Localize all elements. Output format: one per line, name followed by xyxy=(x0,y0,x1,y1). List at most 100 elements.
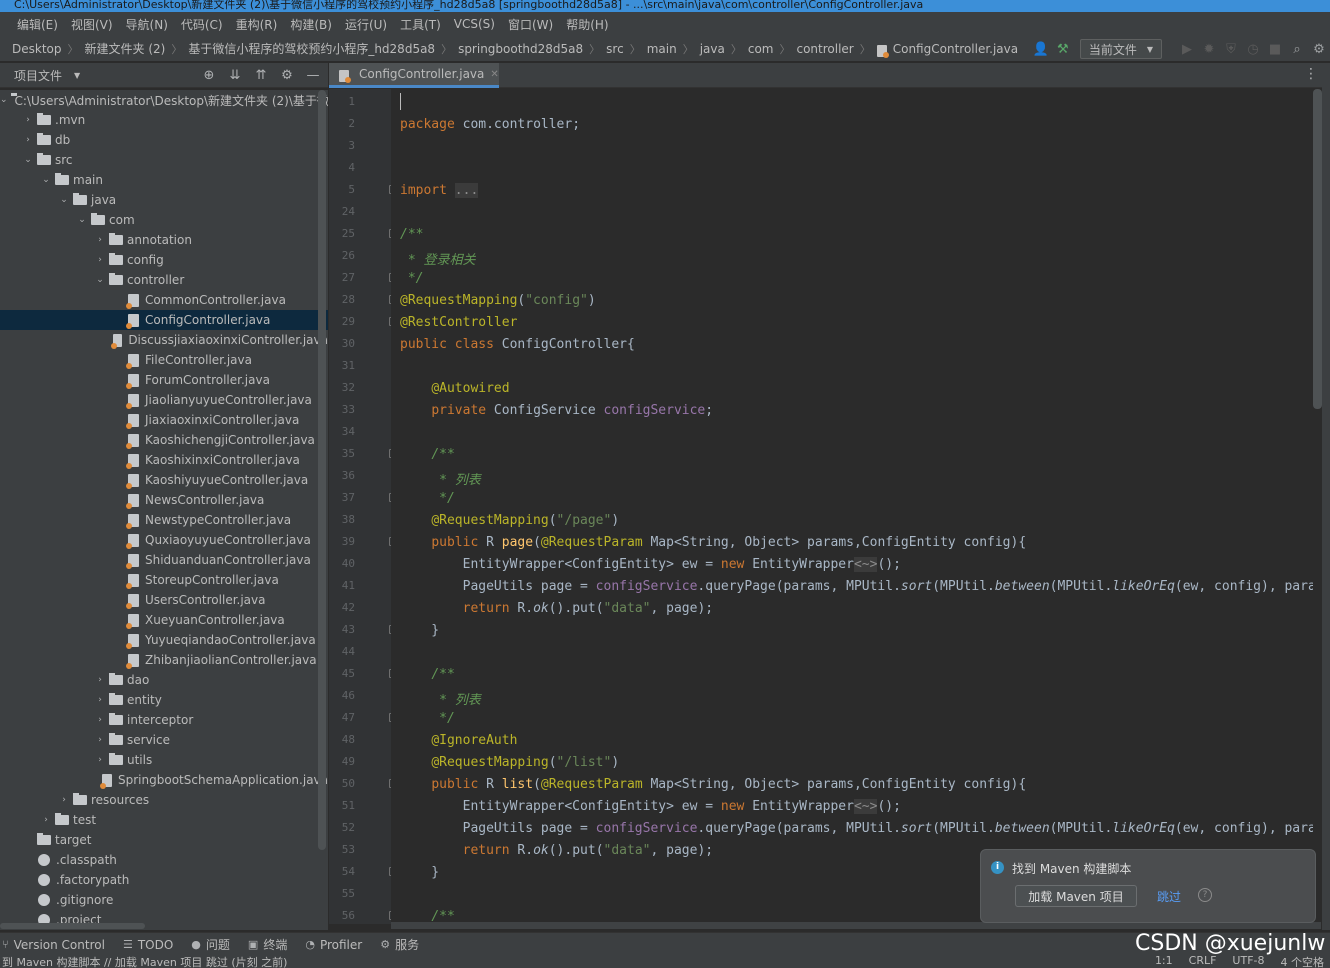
gear-icon[interactable]: ⚙ xyxy=(274,68,300,83)
chevron-right-icon[interactable]: › xyxy=(94,755,106,765)
tree-item[interactable]: .classpath xyxy=(0,850,328,870)
tree-item[interactable]: ⌄ main xyxy=(0,170,328,190)
chevron-right-icon[interactable]: › xyxy=(22,135,34,145)
tool-window-button[interactable]: ☰ TODO xyxy=(123,938,173,952)
tree-item[interactable]: UsersController.java xyxy=(0,590,328,610)
breadcrumb-item[interactable]: controller xyxy=(796,42,853,56)
breadcrumb-item[interactable]: 新建文件夹 (2) xyxy=(85,40,166,57)
debug-icon[interactable]: ✹ xyxy=(1198,42,1220,57)
chevron-right-icon[interactable]: › xyxy=(94,695,106,705)
tool-window-button[interactable]: ⑂ Version Control xyxy=(2,938,105,952)
locate-icon[interactable]: ⊕ xyxy=(196,68,222,83)
build-hammer-icon[interactable]: ⚒ xyxy=(1052,42,1074,57)
tree-item[interactable]: › interceptor xyxy=(0,710,328,730)
coverage-icon[interactable]: ⛨ xyxy=(1220,42,1242,57)
breadcrumb-item[interactable]: src xyxy=(606,42,624,56)
chevron-down-icon[interactable]: ⌄ xyxy=(76,215,88,225)
chevron-right-icon[interactable]: › xyxy=(94,235,106,245)
tree-item[interactable]: target xyxy=(0,830,328,850)
chevron-right-icon[interactable]: › xyxy=(58,795,70,805)
tree-item[interactable]: JiaolianyuyueController.java xyxy=(0,390,328,410)
menu-item[interactable]: VCS(S) xyxy=(454,17,495,31)
tree-item[interactable]: .factorypath xyxy=(0,870,328,890)
tree-item[interactable]: ⌄ com xyxy=(0,210,328,230)
project-tree-scrollbar[interactable] xyxy=(318,90,326,850)
tree-item[interactable]: JiaxiaoxinxiController.java xyxy=(0,410,328,430)
menu-item[interactable]: 视图(V) xyxy=(71,16,113,33)
menu-item[interactable]: 代码(C) xyxy=(181,16,223,33)
breadcrumb-item[interactable]: springboothd28d5a8 xyxy=(458,42,583,56)
chevron-down-icon[interactable]: ⌄ xyxy=(94,275,106,285)
more-icon[interactable]: ⋮ xyxy=(1304,66,1318,82)
tree-item[interactable]: NewstypeController.java xyxy=(0,510,328,530)
caret-position[interactable]: 1:1 xyxy=(1155,956,1173,968)
run-icon[interactable]: ▶ xyxy=(1176,42,1198,57)
profile-icon[interactable]: ◷ xyxy=(1242,42,1264,57)
collapse-all-icon[interactable]: ⇈ xyxy=(248,68,274,83)
tree-item[interactable]: ZhibanjiaolianController.java xyxy=(0,650,328,670)
tree-item[interactable]: › resources xyxy=(0,790,328,810)
tab-config-controller[interactable]: ConfigController.java ✕ xyxy=(329,63,499,88)
tree-item[interactable]: KaoshichengjiController.java xyxy=(0,430,328,450)
tree-item[interactable]: KaoshixinxiController.java xyxy=(0,450,328,470)
chevron-right-icon[interactable]: › xyxy=(94,255,106,265)
menu-item[interactable]: 编辑(E) xyxy=(17,16,58,33)
help-icon[interactable]: ? xyxy=(1198,888,1212,902)
tree-item[interactable]: ⌄ controller xyxy=(0,270,328,290)
tree-item[interactable]: ShiduanduanController.java xyxy=(0,550,328,570)
tree-item[interactable]: XueyuanController.java xyxy=(0,610,328,630)
stop-icon[interactable]: ■ xyxy=(1264,42,1286,57)
editor-scrollbar[interactable] xyxy=(1313,89,1322,409)
chevron-right-icon[interactable]: › xyxy=(40,815,52,825)
tree-item[interactable]: ForumController.java xyxy=(0,370,328,390)
indent-setting[interactable]: 4 个空格 xyxy=(1281,956,1325,968)
breadcrumb-item[interactable]: 基于微信小程序的驾校预约小程序_hd28d5a8 xyxy=(188,40,435,57)
chevron-down-icon[interactable]: ⌄ xyxy=(0,95,8,105)
code-editor[interactable]: package com.controller; import ... /** * 登… xyxy=(391,89,1313,924)
menu-item[interactable]: 运行(U) xyxy=(345,16,387,33)
menu-item[interactable]: 帮助(H) xyxy=(566,16,608,33)
chevron-right-icon[interactable]: › xyxy=(94,735,106,745)
file-encoding[interactable]: UTF-8 xyxy=(1232,956,1264,968)
tree-item[interactable]: › entity xyxy=(0,690,328,710)
gear-icon[interactable]: ⚙ xyxy=(1308,42,1330,57)
tree-item[interactable]: › annotation xyxy=(0,230,328,250)
tool-window-button[interactable]: ⚙ 服务 xyxy=(380,936,419,953)
tree-item[interactable]: NewsController.java xyxy=(0,490,328,510)
tool-window-button[interactable]: ● 问题 xyxy=(191,936,230,953)
project-tree-horizontal-scrollbar[interactable] xyxy=(0,923,145,929)
tree-item[interactable]: QuxiaoyuyueController.java xyxy=(0,530,328,550)
tool-window-button[interactable]: ▣ 终端 xyxy=(248,936,287,953)
run-configuration-select[interactable]: 当前文件 ▼ xyxy=(1079,39,1162,59)
line-separator[interactable]: CRLF xyxy=(1189,956,1217,968)
menu-item[interactable]: 导航(N) xyxy=(126,16,168,33)
chevron-right-icon[interactable]: › xyxy=(22,115,34,125)
chevron-down-icon[interactable]: ⌄ xyxy=(58,195,70,205)
search-icon[interactable]: ⌕ xyxy=(1286,42,1308,57)
expand-all-icon[interactable]: ⇊ xyxy=(222,68,248,83)
breadcrumb-item[interactable]: main xyxy=(647,42,677,56)
menu-item[interactable]: 构建(B) xyxy=(290,16,332,33)
tree-item[interactable]: › service xyxy=(0,730,328,750)
tree-item[interactable]: ⌄ C:\Users\Administrator\Desktop\新建文件夹 (2… xyxy=(0,90,328,110)
tree-item[interactable]: KaoshiyuyueController.java xyxy=(0,470,328,490)
tree-item[interactable]: DiscussjiaxiaoxinxiController.java xyxy=(0,330,328,350)
tree-item[interactable]: ⌄ java xyxy=(0,190,328,210)
tree-item[interactable]: ConfigController.java xyxy=(0,310,328,330)
tree-item[interactable]: .gitignore xyxy=(0,890,328,910)
chevron-right-icon[interactable]: › xyxy=(94,715,106,725)
tree-item[interactable]: CommonController.java xyxy=(0,290,328,310)
breadcrumb-item[interactable]: ConfigController.java xyxy=(893,42,1018,56)
chevron-right-icon[interactable]: › xyxy=(94,675,106,685)
tool-window-button[interactable]: ◔ Profiler xyxy=(305,938,362,952)
tree-item[interactable]: › config xyxy=(0,250,328,270)
breadcrumb-item[interactable]: Desktop xyxy=(12,42,62,56)
breadcrumb-item[interactable]: com xyxy=(748,42,774,56)
tree-item[interactable]: › dao xyxy=(0,670,328,690)
editor-horizontal-scrollbar[interactable] xyxy=(391,922,1321,929)
project-panel-title[interactable]: 项目文件 xyxy=(14,67,62,84)
chevron-down-icon[interactable]: ⌄ xyxy=(22,155,34,165)
load-maven-project-button[interactable]: 加载 Maven 项目 xyxy=(1015,885,1137,907)
menu-item[interactable]: 工具(T) xyxy=(400,16,441,33)
tree-item[interactable]: YuyueqiandaoController.java xyxy=(0,630,328,650)
